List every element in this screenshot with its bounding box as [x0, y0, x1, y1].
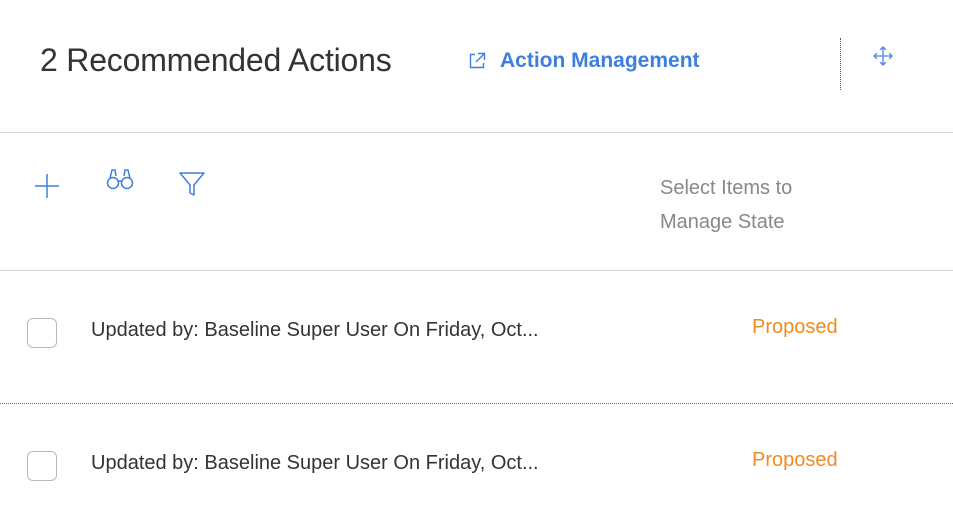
panel-header: 2 Recommended Actions Action Management — [0, 0, 953, 133]
row-update-text[interactable]: Updated by: Baseline Super User On Frida… — [91, 452, 539, 475]
row-checkbox[interactable] — [27, 318, 57, 348]
action-management-link[interactable]: Action Management — [467, 49, 700, 73]
filter-funnel-icon[interactable] — [179, 172, 205, 196]
state-badge: Proposed — [752, 449, 838, 471]
recommended-actions-panel: 2 Recommended Actions Action Management — [0, 0, 953, 527]
manage-state-hint: Select Items to Manage State — [660, 177, 793, 233]
move-arrows-icon[interactable] — [872, 44, 894, 73]
state-badge: Proposed — [752, 316, 838, 338]
action-management-label: Action Management — [500, 49, 700, 72]
row-update-text[interactable]: Updated by: Baseline Super User On Frida… — [91, 319, 539, 342]
external-link-icon — [467, 51, 487, 71]
plus-icon[interactable] — [34, 173, 60, 199]
list-item[interactable]: Updated by: Baseline Super User On Frida… — [0, 271, 953, 404]
row-checkbox[interactable] — [27, 451, 57, 481]
binoculars-icon[interactable] — [106, 167, 134, 191]
header-divider — [840, 38, 841, 90]
actions-toolbar: Select Items to Manage State — [0, 133, 953, 271]
page-title: 2 Recommended Actions — [40, 42, 392, 78]
list-item[interactable]: Updated by: Baseline Super User On Frida… — [0, 404, 953, 527]
